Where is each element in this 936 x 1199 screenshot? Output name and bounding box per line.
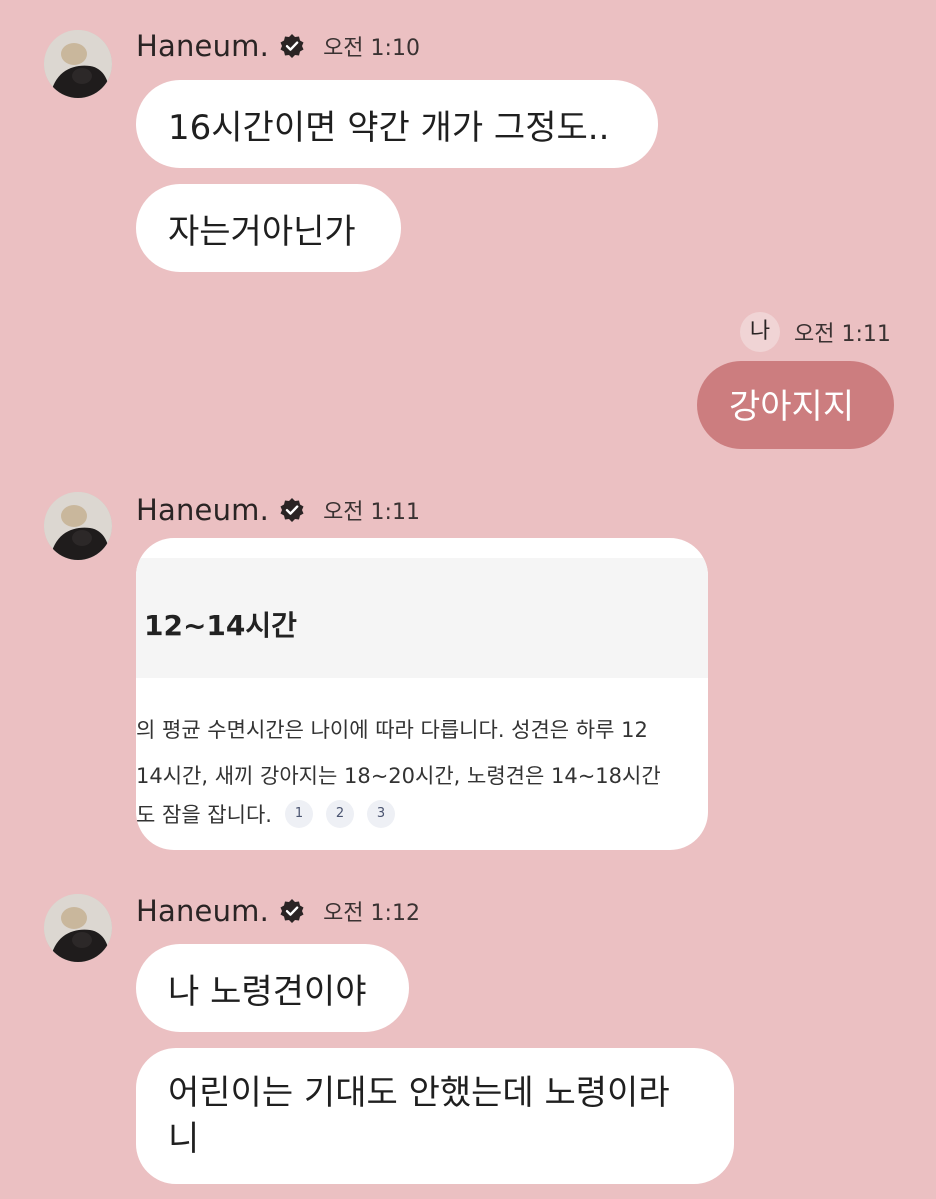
message-header: Haneum. 오전 1:11 xyxy=(136,492,420,528)
message-text: 강아지지 xyxy=(729,387,855,427)
card-text-line: 의 평균 수면시간은 나이에 따라 다릅니다. 성견은 하루 12 xyxy=(136,718,648,742)
message-time: 오전 1:11 xyxy=(323,500,420,525)
link-preview-card[interactable]: 12~14시간 의 평균 수면시간은 나이에 따라 다릅니다. 성견은 하루 1… xyxy=(136,538,708,850)
message-text: 16시간이면 약간 개가 그정도.. xyxy=(168,108,610,148)
message-text: 나 노령견이야 xyxy=(168,972,367,1012)
message-bubble[interactable]: 16시간이면 약간 개가 그정도.. xyxy=(136,80,658,168)
citation-badge[interactable]: 3 xyxy=(366,800,395,828)
avatar[interactable] xyxy=(44,30,112,98)
message-time: 오전 1:11 xyxy=(794,322,891,347)
message-text: 어린이는 기대도 안했는데 노령이라니 xyxy=(168,1073,670,1159)
sender-name[interactable]: Haneum. xyxy=(136,29,269,63)
message-text: 자는거아닌가 xyxy=(168,212,356,252)
sender-name[interactable]: Haneum. xyxy=(136,894,269,928)
card-text-line: 14시간, 새끼 강아지는 18~20시간, 노령견은 14~18시간 xyxy=(136,764,661,788)
verified-badge-icon xyxy=(279,33,305,59)
message-header: Haneum. 오전 1:12 xyxy=(136,893,420,929)
message-time: 오전 1:10 xyxy=(323,36,420,61)
message-time: 오전 1:12 xyxy=(323,901,420,926)
card-last-line: 도 잠을 잡니다. 1 2 3 xyxy=(136,800,395,828)
outgoing-message-bubble[interactable]: 강아지지 xyxy=(697,361,894,449)
card-title: 12~14시간 xyxy=(144,609,297,642)
citation-badge[interactable]: 1 xyxy=(284,800,313,828)
avatar[interactable] xyxy=(44,492,112,560)
message-bubble[interactable]: 자는거아닌가 xyxy=(136,184,401,272)
sender-name[interactable]: Haneum. xyxy=(136,493,269,527)
avatar[interactable] xyxy=(44,894,112,962)
message-bubble[interactable]: 어린이는 기대도 안했는데 노령이라니 xyxy=(136,1048,734,1184)
message-bubble[interactable]: 나 노령견이야 xyxy=(136,944,409,1032)
sender-tag: 나 xyxy=(740,312,780,352)
outgoing-header: 나 오전 1:11 xyxy=(740,312,891,352)
citation-badge[interactable]: 2 xyxy=(325,800,354,828)
card-text-line: 도 잠을 잡니다. xyxy=(136,803,272,827)
verified-badge-icon xyxy=(279,898,305,924)
verified-badge-icon xyxy=(279,497,305,523)
message-header: Haneum. 오전 1:10 xyxy=(136,28,420,64)
